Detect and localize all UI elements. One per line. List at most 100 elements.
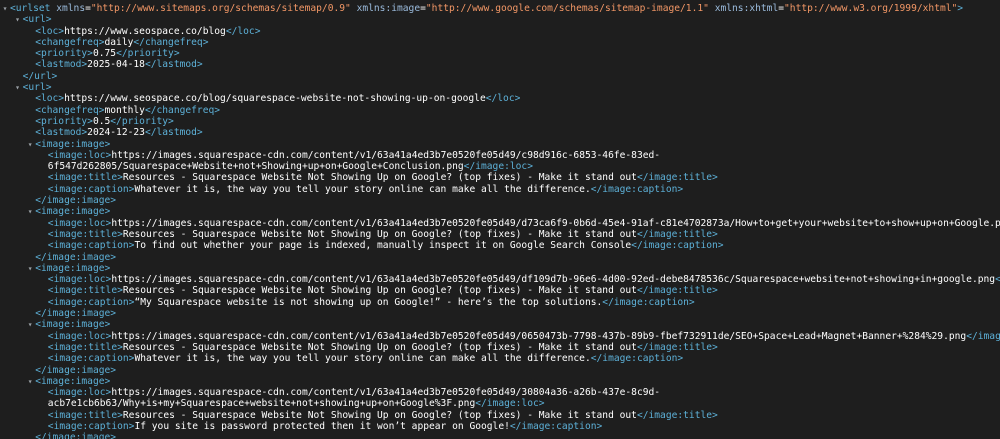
xml-tag: <image:loc> xyxy=(47,330,112,342)
xml-line: </image:image> xyxy=(0,365,1000,376)
xml-line: 6f547d262805/Squarespace+Website+not+Sho… xyxy=(0,161,1000,172)
xml-line: <image:caption>“My Squarespace website i… xyxy=(0,297,1000,308)
xml-line: <image:loc>https://images.squarespace-cd… xyxy=(0,218,1000,229)
collapse-toggle-icon[interactable]: ▾ xyxy=(26,206,34,217)
xml-line: <image:loc>https://images.squarespace-cd… xyxy=(0,150,1000,161)
xml-tag: </changefreq> xyxy=(133,36,209,48)
xml-line: <image:loc>https://images.squarespace-cd… xyxy=(0,387,1000,398)
xml-tag: <changefreq> xyxy=(35,104,105,116)
attribute-name: xmlns:xhtml xyxy=(708,3,779,14)
xml-tag: <changefreq> xyxy=(35,36,105,48)
xml-tag: <image:loc> xyxy=(47,149,112,161)
xml-line: <image:caption>If you site is password p… xyxy=(0,421,1000,432)
collapse-toggle-icon[interactable]: ▾ xyxy=(14,82,22,93)
text-content: Resources - Squarespace Website Not Show… xyxy=(122,341,637,353)
text-content: https://www.seospace.co/blog xyxy=(64,25,226,37)
collapse-toggle-icon[interactable]: ▾ xyxy=(14,14,22,25)
text-content: If you site is password protected then i… xyxy=(134,420,510,432)
xml-tag: <priority> xyxy=(35,115,93,127)
xml-line: <image:title>Resources - Squarespace Web… xyxy=(0,229,1000,240)
xml-tag: <urlset xyxy=(10,3,51,14)
text-content: 6f547d262805/Squarespace+Website+not+Sho… xyxy=(47,161,464,173)
collapse-toggle-icon[interactable]: ▾ xyxy=(26,263,34,274)
xml-tag: </changefreq> xyxy=(144,104,221,116)
xml-tag: </image:loc> xyxy=(475,398,545,410)
text-content: https://images.squarespace-cdn.com/conte… xyxy=(111,274,996,286)
xml-line: <image:title>Resources - Squarespace Web… xyxy=(0,342,1000,353)
text-content: https://www.seospace.co/blog/squarespace… xyxy=(64,93,486,105)
xml-line: <changefreq>monthly</changefreq> xyxy=(0,105,1000,116)
text-content: Resources - Squarespace Website Not Show… xyxy=(122,228,637,240)
xml-tag: </image:caption> xyxy=(590,183,684,195)
xml-tag: <image:title> xyxy=(47,228,123,240)
xml-line: <lastmod>2025-04-18</lastmod> xyxy=(0,59,1000,70)
collapse-toggle-icon[interactable]: ▾ xyxy=(26,139,34,150)
xml-tag: <url> xyxy=(22,82,52,94)
xml-tag: <image:caption> xyxy=(47,183,135,195)
xml-tag: <image:caption> xyxy=(47,296,135,308)
xml-tag: </priority> xyxy=(110,115,174,127)
xml-tag: <loc> xyxy=(35,93,65,105)
xml-tag: </image:title> xyxy=(636,409,718,421)
xml-line: ▾ <image:image> xyxy=(0,206,1000,217)
text-content: 2025-04-18 xyxy=(87,59,145,71)
xml-line: <priority>0.5</priority> xyxy=(0,116,1000,127)
xml-tag: <lastmod> xyxy=(35,127,88,139)
text-content: To find out whether your page is indexed… xyxy=(134,240,632,252)
xml-line: </image:image> xyxy=(0,252,1000,263)
text-content: https://images.squarespace-cdn.com/conte… xyxy=(111,387,661,399)
xml-tag: </image:caption> xyxy=(590,353,684,365)
xml-tag: <image:image> xyxy=(35,262,111,274)
collapse-toggle-icon[interactable]: ▾ xyxy=(1,3,9,14)
xml-tag: </image:title> xyxy=(636,285,718,297)
text-content: Resources - Squarespace Website Not Show… xyxy=(122,409,637,421)
text-content: daily xyxy=(104,36,134,48)
xml-tag: <image:loc> xyxy=(47,274,112,286)
xml-line: <changefreq>daily</changefreq> xyxy=(0,37,1000,48)
xml-line: ▾ <url> xyxy=(0,14,1000,25)
xml-line: ▾ <image:image> xyxy=(0,376,1000,387)
xml-line: <image:caption>Whatever it is, the way y… xyxy=(0,184,1000,195)
xml-tag: </image:caption> xyxy=(602,296,695,308)
xml-tag: <image:loc> xyxy=(47,387,112,399)
xml-line: <image:title>Resources - Squarespace Web… xyxy=(0,410,1000,421)
xml-tag: <image:caption> xyxy=(47,240,135,252)
xml-tag: </image:loc> xyxy=(995,274,1000,286)
xml-tag: <image:title> xyxy=(47,409,123,421)
xml-viewer: ▾ <urlset xmlns="http://www.sitemaps.org/… xyxy=(0,0,1000,439)
collapse-toggle-icon[interactable]: ▾ xyxy=(26,376,34,387)
xml-tag: </image:title> xyxy=(636,228,718,240)
xml-tag: <image:loc> xyxy=(47,217,112,229)
xml-tag: <image:image> xyxy=(35,138,111,150)
attribute-name: xmlns xyxy=(50,3,86,14)
text-content: Resources - Squarespace Website Not Show… xyxy=(122,285,637,297)
xml-line: </image:image> xyxy=(0,432,1000,439)
xml-tag: </lastmod> xyxy=(144,59,203,71)
xml-tag: </lastmod> xyxy=(144,127,203,139)
xml-line: <loc>https://www.seospace.co/blog/square… xyxy=(0,93,1000,104)
xml-tag: </loc> xyxy=(225,25,261,37)
xml-tag: <image:caption> xyxy=(47,420,135,432)
xml-tag: </url> xyxy=(22,70,58,82)
xml-line: ▾ <url> xyxy=(0,82,1000,93)
xml-tag: </image:image> xyxy=(35,251,117,263)
xml-tag: </image:loc> xyxy=(463,161,533,173)
xml-tag: <loc> xyxy=(35,25,65,37)
attribute-value: "http://www.w3.org/1999/xhtml" xyxy=(784,3,958,14)
xml-tag: </loc> xyxy=(485,93,521,105)
xml-tag: </image:caption> xyxy=(631,240,724,252)
xml-line: </image:image> xyxy=(0,308,1000,319)
xml-line: acb7e1cb6b63/Why+is+my+Squarespace+websi… xyxy=(0,398,1000,409)
text-content: monthly xyxy=(104,104,145,116)
xml-line: <priority>0.75</priority> xyxy=(0,48,1000,59)
xml-tag: > xyxy=(957,3,964,14)
xml-line: <loc>https://www.seospace.co/blog</loc> xyxy=(0,26,1000,37)
xml-line: ▾ <urlset xmlns="http://www.sitemaps.org/… xyxy=(0,3,1000,14)
xml-tag: </priority> xyxy=(116,48,180,60)
xml-line: <image:title>Resources - Squarespace Web… xyxy=(0,172,1000,183)
text-content: “My Squarespace website is not showing u… xyxy=(134,296,603,308)
xml-tag: </image:title> xyxy=(636,341,718,353)
xml-tag: </image:title> xyxy=(636,172,718,184)
xml-tag: <image:title> xyxy=(47,341,123,353)
collapse-toggle-icon[interactable]: ▾ xyxy=(26,319,34,330)
